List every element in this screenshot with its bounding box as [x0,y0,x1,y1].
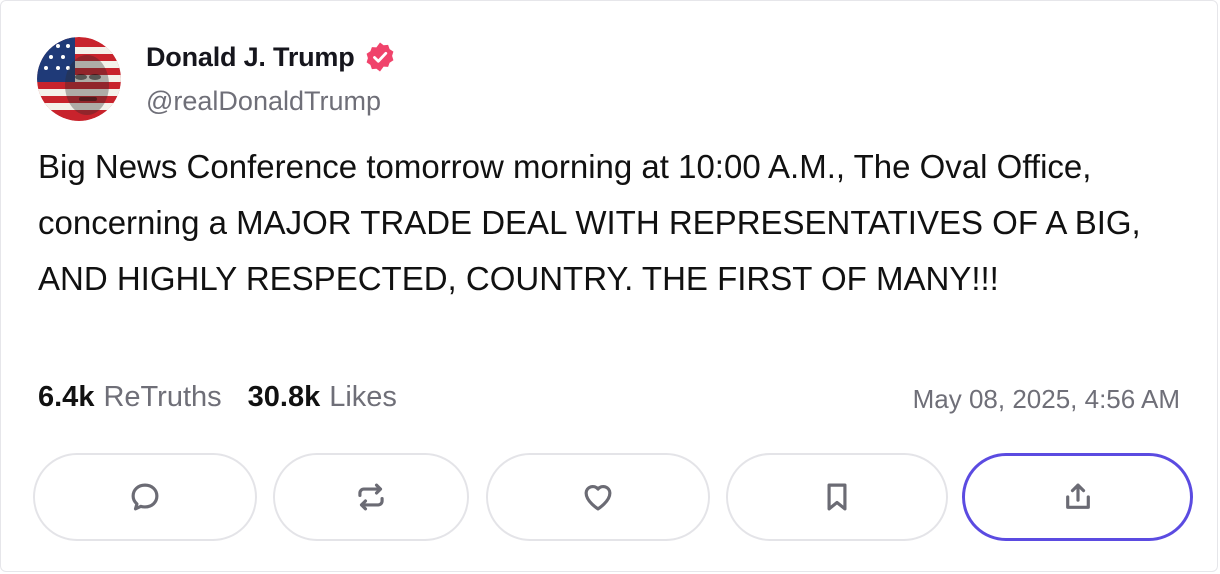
retruth-button[interactable] [273,453,469,541]
post-body: Big News Conference tomorrow morning at … [38,148,1141,297]
share-icon [1065,483,1090,509]
avatar-image [37,37,121,121]
repost-icon [358,483,384,511]
bookmark-icon [827,483,847,511]
likes-count[interactable]: 30.8k [248,381,321,414]
author-name-row: Donald J. Trump [146,41,396,73]
action-bar [33,453,1193,541]
bookmark-button[interactable] [726,453,948,541]
post-stats: 6.4k ReTruths 30.8k Likes [38,381,397,414]
author-name[interactable]: Donald J. Trump [146,42,355,73]
post-timestamp[interactable]: May 08, 2025, 4:56 AM [913,384,1180,415]
verified-badge-icon [366,42,393,72]
author-handle[interactable]: @realDonaldTrump [146,86,381,117]
likes-label[interactable]: Likes [329,381,397,414]
heart-icon [584,484,612,511]
like-button[interactable] [486,453,710,541]
post-card: Donald J. Trump @realDonaldTrump Big New… [0,0,1218,572]
reply-button[interactable] [33,453,257,541]
retruths-count[interactable]: 6.4k [38,381,94,414]
comment-icon [131,483,159,511]
retruths-label[interactable]: ReTruths [103,381,221,414]
share-button[interactable] [962,453,1193,541]
author-avatar[interactable] [37,37,121,121]
